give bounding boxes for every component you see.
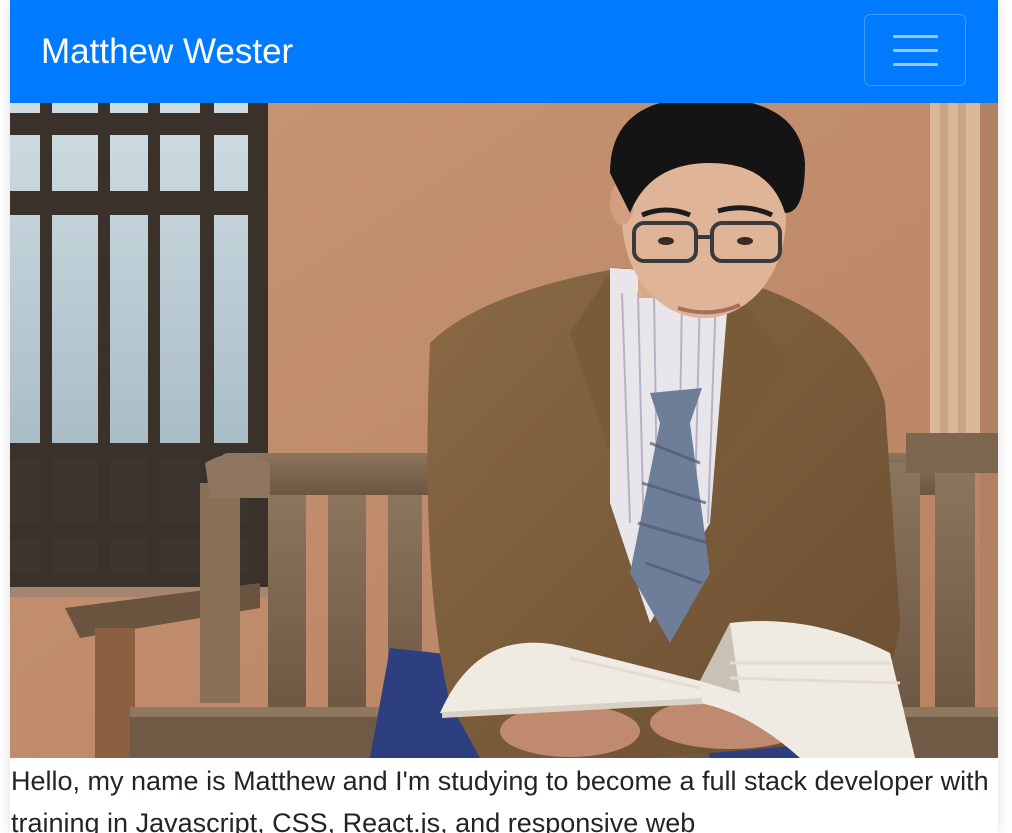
intro-paragraph: Hello, my name is Matthew and I'm studyi… [11,766,989,833]
page: Matthew Wester Hello, my name is Matthew… [0,0,1012,833]
brand-link[interactable]: Matthew Wester [41,30,293,74]
navbar-toggle-button[interactable] [864,14,966,86]
navbar: Matthew Wester [10,0,998,103]
hero-photo [10,103,998,758]
portrait-photo [10,103,998,758]
